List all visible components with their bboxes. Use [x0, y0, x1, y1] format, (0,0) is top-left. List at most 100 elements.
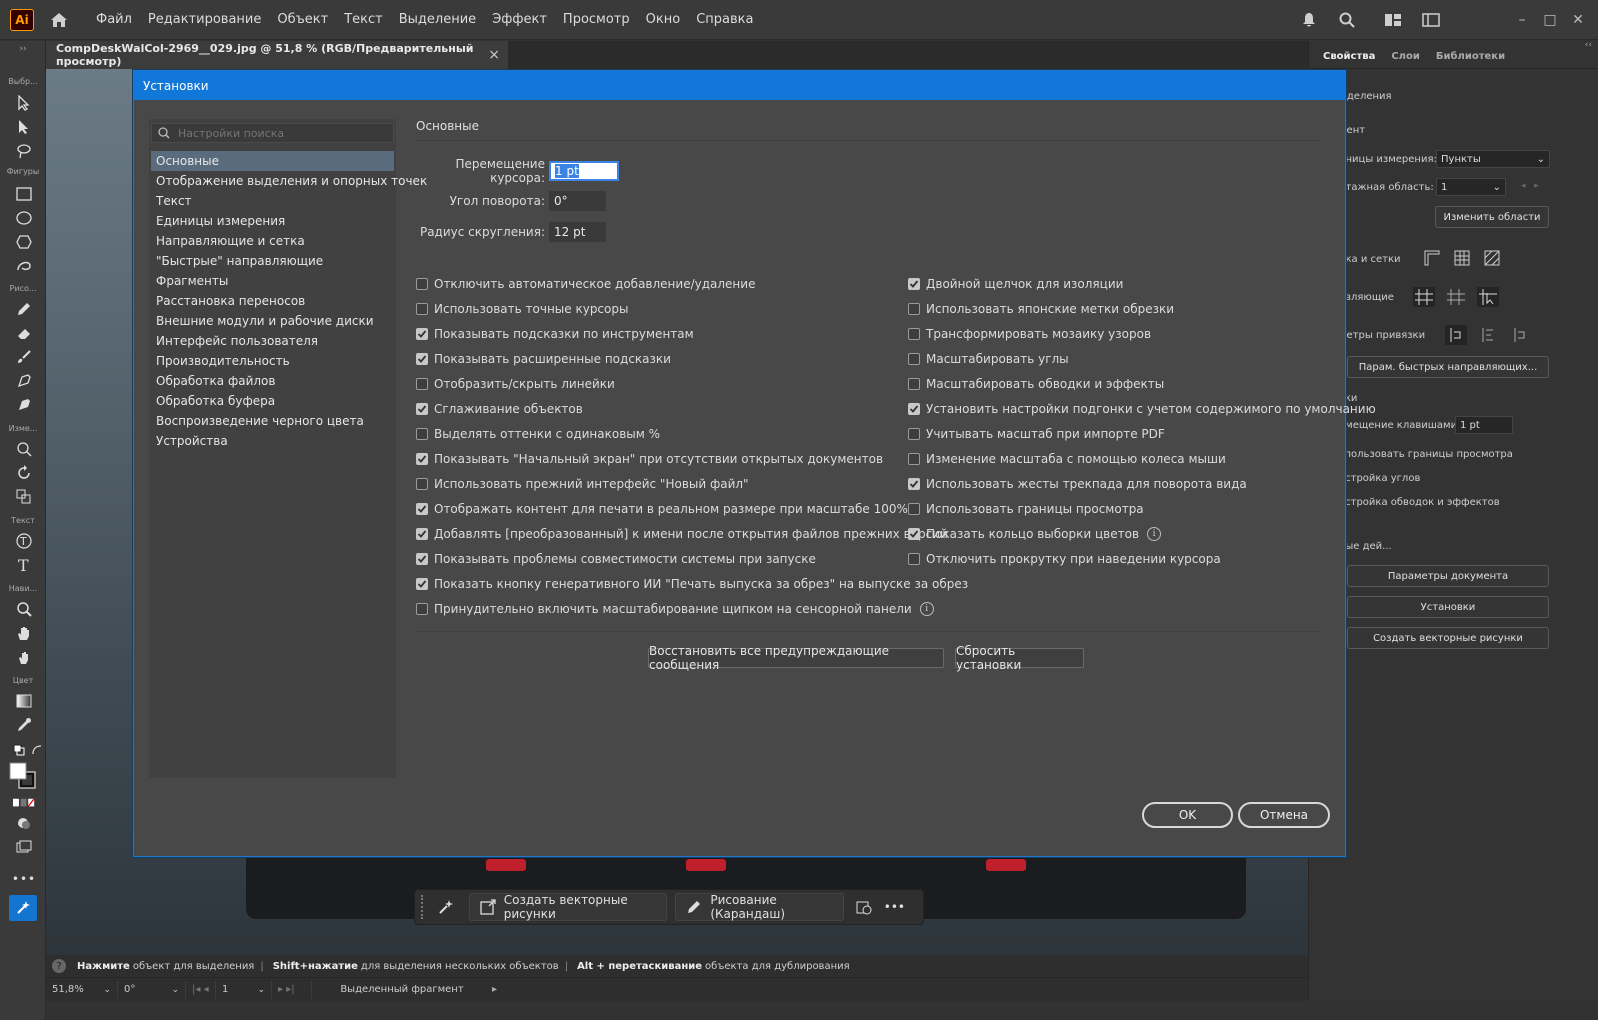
preferences-nav-item[interactable]: Производительность — [151, 351, 394, 371]
direct-selection-tool-icon[interactable] — [13, 117, 35, 137]
snap-to-glyph-icon[interactable] — [1477, 325, 1499, 345]
drawing-modes-icon[interactable] — [13, 813, 35, 833]
swap-colors-icon[interactable] — [26, 740, 48, 760]
rectangle-tool-icon[interactable] — [13, 184, 35, 204]
checkbox-unchecked[interactable] — [416, 602, 428, 615]
snap-to-pixel-icon[interactable] — [1509, 325, 1531, 345]
pencil-draw-button[interactable]: Рисование (Карандаш) — [675, 893, 844, 921]
menu-item[interactable]: Редактирование — [140, 12, 269, 27]
checkbox-option[interactable]: Трансформировать мозаику узоров — [908, 321, 1376, 346]
cancel-button[interactable]: Отмена — [1238, 802, 1330, 828]
checkbox-option[interactable]: Использовать точные курсоры — [416, 296, 968, 321]
last-artboard-icon[interactable]: ▸ ▸| — [272, 980, 312, 999]
checkbox-unchecked[interactable] — [908, 427, 920, 440]
guides-icon[interactable] — [1413, 287, 1435, 307]
drag-handle[interactable] — [421, 895, 425, 919]
checkbox-checked[interactable] — [416, 552, 428, 565]
checkbox-unchecked[interactable] — [908, 302, 920, 315]
generative-recolor-icon[interactable] — [9, 895, 37, 921]
checkbox-option[interactable]: Использовать границы просмотра — [908, 496, 1376, 521]
preferences-nav-item[interactable]: Фрагменты — [151, 271, 394, 291]
checkbox-option[interactable]: Отобразить/скрыть линейки — [416, 371, 968, 396]
menu-item[interactable]: Просмотр — [555, 12, 638, 27]
preferences-nav-item[interactable]: Интерфейс пользователя — [151, 331, 394, 351]
checkbox-checked[interactable] — [908, 402, 920, 415]
document-tab[interactable]: CompDeskWalCol-2969__029.jpg @ 51,8 % (R… — [46, 41, 508, 69]
checkbox-checked[interactable] — [908, 527, 920, 540]
menu-item[interactable]: Справка — [688, 12, 761, 27]
edit-artboards-button[interactable]: Изменить области — [1435, 206, 1549, 228]
info-icon[interactable]: i — [1147, 526, 1162, 541]
preferences-nav-item[interactable]: Внешние модули и рабочие диски — [151, 311, 394, 331]
menu-item[interactable]: Файл — [88, 12, 140, 27]
menu-item[interactable]: Выделение — [391, 12, 484, 27]
checkbox-option[interactable]: Отображать контент для печати в реальном… — [416, 496, 968, 521]
checkbox-option[interactable]: Принудительно включить масштабирование щ… — [416, 596, 968, 621]
close-document-icon[interactable]: × — [488, 47, 500, 63]
menu-item[interactable]: Текст — [336, 12, 391, 27]
checkbox-option[interactable]: Добавлять [преобразованный] к имени посл… — [416, 521, 968, 546]
preferences-nav-item[interactable]: Обработка файлов — [151, 371, 394, 391]
checkbox-checked[interactable] — [416, 577, 428, 590]
checkbox-option[interactable]: Показать кнопку генеративного ИИ "Печать… — [416, 571, 968, 596]
pen-tool-icon[interactable] — [13, 371, 35, 391]
smart-guide-settings-button[interactable]: Парам. быстрых направляющих... — [1347, 356, 1549, 378]
checkbox-option[interactable]: Показать кольцо выборки цветов i — [908, 521, 1376, 546]
preferences-nav-item[interactable]: Отображение выделения и опорных точек — [151, 171, 427, 191]
checkbox-checked[interactable] — [416, 527, 428, 540]
panel-collapse-icon[interactable]: ‹‹ — [1585, 40, 1592, 50]
checkbox-checked[interactable] — [416, 502, 428, 515]
checkbox-option[interactable]: Показывать "Начальный экран" при отсутст… — [416, 446, 968, 471]
preferences-search[interactable] — [151, 123, 394, 143]
selection-tool-icon[interactable] — [13, 93, 35, 113]
checkbox-unchecked[interactable] — [416, 277, 428, 290]
checkbox-option[interactable]: Использовать прежний интерфейс "Новый фа… — [416, 471, 968, 496]
polygon-tool-icon[interactable] — [13, 232, 35, 252]
settings-icon[interactable] — [852, 893, 876, 921]
units-dropdown[interactable]: Пункты ⌄ — [1436, 150, 1550, 168]
preferences-nav-item[interactable]: "Быстрые" направляющие — [151, 251, 394, 271]
minimize-window-button[interactable]: – — [1508, 12, 1536, 28]
checkbox-option[interactable]: Отключить автоматическое добавление/удал… — [416, 271, 968, 296]
checkbox-option[interactable]: Изменение масштаба с помощью колеса мыши — [908, 446, 1376, 471]
snap-to-point-icon[interactable] — [1445, 325, 1467, 345]
preferences-button[interactable]: Установки — [1347, 596, 1549, 618]
checkbox-unchecked[interactable] — [908, 352, 920, 365]
eyedropper-tool-icon[interactable] — [13, 715, 35, 735]
zoom-selection-tool-icon[interactable] — [13, 439, 35, 459]
checkbox-option[interactable]: Сглаживание объектов — [416, 396, 968, 421]
checkbox-option[interactable]: Масштабировать обводки и эффекты — [908, 371, 1376, 396]
grid-icon[interactable] — [1453, 249, 1471, 267]
tab-libraries[interactable]: Библиотеки — [1430, 51, 1515, 68]
keyboard-increment-input[interactable]: 1 pt — [549, 161, 619, 181]
more-tools-icon[interactable]: ••• — [12, 869, 35, 889]
checkbox-option[interactable]: Учитывать масштаб при импорте PDF — [908, 421, 1376, 446]
menu-item[interactable]: Окно — [638, 12, 689, 27]
screen-mode-icon[interactable] — [13, 837, 35, 857]
checkbox-checked[interactable] — [416, 327, 428, 340]
fill-stroke-swatches[interactable] — [8, 761, 38, 791]
corner-radius-input[interactable]: 12 pt — [549, 222, 606, 242]
home-icon[interactable] — [48, 9, 70, 31]
transparency-grid-icon[interactable] — [1483, 249, 1501, 267]
arrange-documents-icon[interactable] — [1420, 9, 1442, 31]
zoom-tool-icon[interactable] — [13, 599, 35, 619]
checkbox-option[interactable]: Масштабировать углы — [908, 346, 1376, 371]
info-icon[interactable]: i — [919, 601, 934, 616]
bell-icon[interactable] — [1298, 9, 1320, 31]
more-options-icon[interactable]: ••• — [880, 893, 909, 921]
tab-properties[interactable]: Свойства — [1317, 51, 1385, 68]
checkbox-option[interactable]: Отключить прокрутку при наведении курсор… — [908, 546, 1376, 571]
checkbox-option[interactable]: Использовать жесты трекпада для поворота… — [908, 471, 1376, 496]
keyboard-increment-input[interactable]: 1 pt — [1455, 416, 1513, 434]
toolbar-collapse-icon[interactable]: ›› — [0, 44, 46, 54]
checkbox-checked[interactable] — [908, 477, 920, 490]
workspace-switcher-icon[interactable] — [1382, 9, 1404, 31]
checkbox-unchecked[interactable] — [416, 477, 428, 490]
zoom-field[interactable]: 51,8% ⌄ — [46, 980, 118, 999]
create-vectors-panel-button[interactable]: Создать векторные рисунки — [1347, 627, 1549, 649]
preferences-nav-item[interactable]: Расстановка переносов — [151, 291, 394, 311]
preferences-nav-item[interactable]: Обработка буфера — [151, 391, 394, 411]
ruler-icon[interactable] — [1423, 249, 1441, 267]
first-artboard-icon[interactable]: |◂ ◂ — [186, 980, 216, 999]
